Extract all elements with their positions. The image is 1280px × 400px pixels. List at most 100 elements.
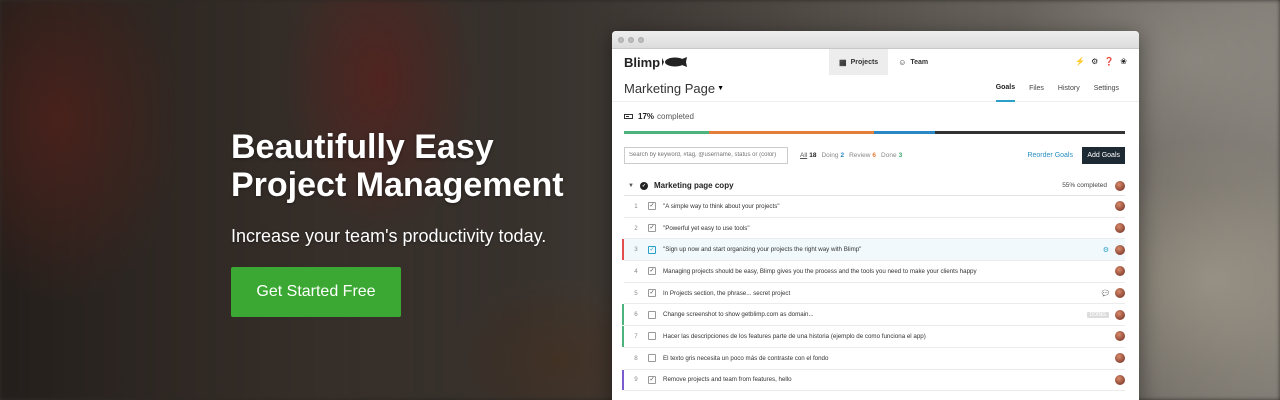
gear-icon[interactable]: ⚙ [1091,57,1098,66]
bolt-icon[interactable]: ⚡ [1075,57,1085,66]
filter-all[interactable]: All 18 [800,152,816,159]
chevron-down-icon[interactable]: ▼ [717,85,724,92]
goal-row[interactable]: 7 Hacer las descripciones de los features… [622,326,1125,348]
goal-list: 1 ✓ "A simple way to think about your proj… [622,196,1125,392]
goal-row[interactable]: 4 ✓ Managing projects should be easy, Blim… [624,261,1125,283]
page-title[interactable]: Marketing Page [624,81,715,96]
goal-number: 1 [634,202,638,210]
goal-row[interactable]: 8 El texto gris necesita un poco más de c… [624,348,1125,370]
progress-bar [624,131,1125,134]
avatar [1115,353,1125,364]
avatar [1115,288,1125,299]
status-marker [622,326,624,347]
goal-number: 5 [634,289,638,297]
blimp-logo[interactable]: Blimp [624,55,688,70]
comment-icon[interactable]: 💬 [1102,290,1109,297]
goal-text: Managing projects should be easy, Blimp … [663,267,977,275]
filter-review[interactable]: Review 6 [849,152,876,159]
window-maximize-dot [638,36,644,43]
goal-text: Hacer las descripciones de los features … [663,332,926,340]
tab-history[interactable]: History [1058,75,1080,102]
window-titlebar [612,31,1139,49]
goal-checkbox[interactable]: ✓ [648,245,656,254]
avatar [1115,309,1125,320]
window-minimize-dot [628,36,634,43]
nav-tab-team[interactable]: ☺ Team [888,49,938,75]
hero-title-line1: Beautifully Easy [231,128,494,166]
avatar [1115,180,1125,191]
goal-checkbox[interactable]: ✓ [648,202,656,211]
goal-row[interactable]: 5 ✓ In Projects section, the phrase... sec… [624,283,1125,305]
add-goals-button[interactable]: Add Goals [1082,146,1125,164]
check-circle-icon: ✓ [639,181,648,190]
status-marker [622,239,624,261]
status-marker [622,304,624,326]
goal-checkbox[interactable]: ✓ [648,224,656,233]
brand-name: Blimp [624,54,661,70]
progress-segment [874,131,935,134]
goal-checkbox[interactable]: ✓ [648,267,656,276]
goal-group: ▼ ✓ Marketing page copy 55% completed 1 ✓… [612,176,1139,392]
goal-text: "Sign up now and start organizing your p… [663,246,862,254]
nav-tab-label: Projects [850,58,879,66]
goal-checkbox[interactable]: ✓ [648,289,656,298]
filter-doing[interactable]: Doing 2 [821,152,844,159]
avatar [1115,374,1125,385]
tab-files[interactable]: Files [1029,75,1044,102]
avatar [1115,331,1125,342]
status-tag: DOING [1086,311,1109,318]
status-marker [622,369,624,391]
goal-number: 6 [634,311,638,319]
goal-number: 2 [634,224,638,232]
goal-row[interactable]: 3 ✓ "Sign up now and start organizing your… [622,239,1125,262]
collapse-triangle-icon[interactable]: ▼ [628,183,634,189]
status-filters: All 18 Doing 2 Review 6 Done 3 [800,152,902,159]
goal-text: In Projects section, the phrase... secre… [663,289,791,297]
team-icon: ☺ [898,57,907,67]
app-top-nav: Blimp ▦ Projects ☺ Team ⚡ ⚙ ❓ ❀ [612,49,1139,75]
goal-group-header[interactable]: ▼ ✓ Marketing page copy 55% completed [624,176,1125,196]
goal-number: 4 [634,267,638,275]
goal-checkbox[interactable] [648,354,656,363]
goal-text: El texto gris necesita un poco más de co… [663,354,829,362]
help-icon[interactable]: ❓ [1104,57,1114,66]
goal-row[interactable]: 2 ✓ "Powerful yet easy to use tools" [624,218,1125,240]
goal-number: 3 [634,246,638,254]
nav-tab-projects[interactable]: ▦ Projects [829,49,889,75]
progress-segment [934,131,1125,134]
filter-done[interactable]: Done 3 [881,152,902,159]
goal-checkbox[interactable] [648,310,656,319]
blimp-icon [662,57,688,67]
avatar [1115,244,1125,255]
top-icon-group: ⚡ ⚙ ❓ ❀ [1075,57,1127,66]
get-started-button[interactable]: Get Started Free [231,267,401,317]
hero-title-line2: Project Management [231,166,564,204]
hero-title: Beautifully Easy Project Management [231,128,591,204]
tab-goals[interactable]: Goals [995,75,1016,102]
nav-tab-label: Team [910,58,929,66]
goal-text: "A simple way to think about your projec… [663,202,780,210]
projects-icon: ▦ [839,57,847,67]
goal-number: 8 [634,354,638,362]
bug-icon[interactable]: ❀ [1120,57,1127,66]
goal-checkbox[interactable]: ✓ [648,375,656,384]
goal-group-title: Marketing page copy [653,181,734,190]
goal-checkbox[interactable] [648,332,656,341]
avatar [1115,223,1125,234]
window-close-dot [618,36,624,43]
goal-row[interactable]: 6 Change screenshot to show getblimp.com … [622,304,1125,327]
battery-icon [624,114,633,119]
search-input[interactable] [624,146,788,164]
page-header: Marketing Page ▼ Goals Files History Set… [612,75,1139,102]
reorder-goals-link[interactable]: Reorder Goals [1027,152,1073,159]
goal-number: 7 [634,332,638,340]
goal-group-completion: 55% completed [1062,182,1107,189]
tab-settings[interactable]: Settings [1094,75,1119,102]
goal-text: Change screenshot to show getblimp.com a… [663,311,814,319]
goal-row[interactable]: 9 ✓ Remove projects and team from features… [622,369,1125,392]
gear-icon[interactable]: ⚙ [1103,246,1109,254]
avatar [1115,201,1125,212]
main-nav-tabs: ▦ Projects ☺ Team [829,49,938,75]
progress-segment [624,131,710,134]
goal-row[interactable]: 1 ✓ "A simple way to think about your proj… [624,196,1125,218]
